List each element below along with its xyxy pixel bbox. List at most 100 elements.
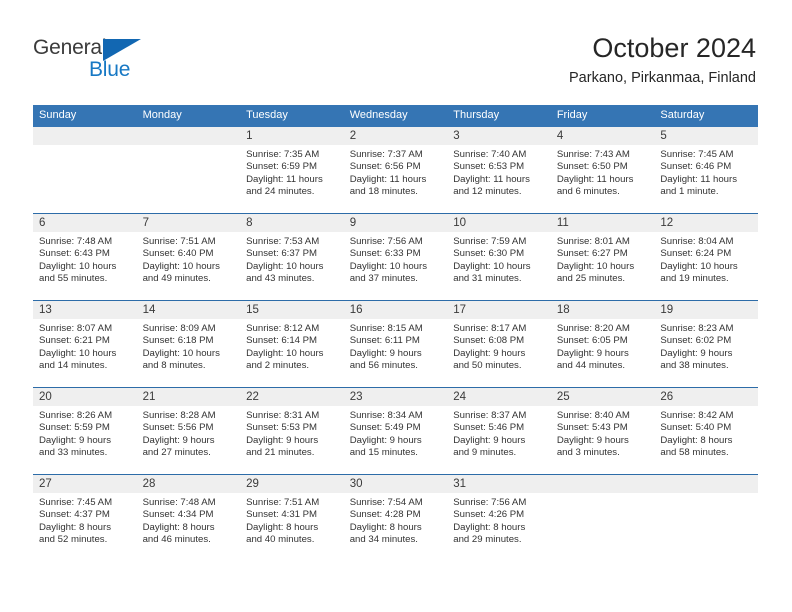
calendar-day-cell[interactable]: 4 Sunrise: 7:43 AM Sunset: 6:50 PM Daylight… <box>550 127 655 214</box>
calendar-day-cell[interactable]: 25 Sunrise: 8:40 AM Sunset: 5:43 PM Dayligh… <box>550 387 655 475</box>
calendar-day-cell[interactable]: 3 Sunrise: 7:40 AM Sunset: 6:53 PM Daylight… <box>447 127 551 214</box>
daylight-text-line2: and 8 minutes. <box>142 360 206 372</box>
calendar-day-cell[interactable]: 14 Sunrise: 8:09 AM Sunset: 6:18 PM Dayligh… <box>136 300 241 388</box>
daylight-text-line1: Daylight: 9 hours <box>453 347 526 359</box>
calendar-grid: Sunday Monday Tuesday Wednesday Thursday… <box>33 105 758 561</box>
calendar-day-cell[interactable]: 16 Sunrise: 8:15 AM Sunset: 6:11 PM Dayligh… <box>343 300 448 388</box>
daylight-text-line2: and 43 minutes. <box>246 273 315 285</box>
sunset-text: Sunset: 4:26 PM <box>453 509 525 521</box>
sunset-text: Sunset: 4:31 PM <box>246 509 318 521</box>
day-details: Sunrise: 7:48 AM Sunset: 4:34 PM Daylight:… <box>137 493 241 547</box>
daylight-text-line2: and 27 minutes. <box>142 447 211 459</box>
sunset-text: Sunset: 6:05 PM <box>556 335 628 347</box>
weekday-header-saturday: Saturday <box>654 105 758 127</box>
sunset-text: Sunset: 5:43 PM <box>556 422 628 434</box>
daylight-text-line1: Daylight: 8 hours <box>453 521 526 533</box>
calendar-day-cell[interactable]: 1 Sunrise: 7:35 AM Sunset: 6:59 PM Daylight… <box>240 127 344 214</box>
day-number: 9 <box>343 214 448 232</box>
calendar-day-cell[interactable]: 18 Sunrise: 8:20 AM Sunset: 6:05 PM Dayligh… <box>550 300 655 388</box>
day-number: 31 <box>447 475 551 493</box>
calendar-day-cell[interactable]: 30 Sunrise: 7:54 AM Sunset: 4:28 PM Dayligh… <box>343 474 448 561</box>
calendar-day-cell[interactable]: 29 Sunrise: 7:51 AM Sunset: 4:31 PM Dayligh… <box>240 474 344 561</box>
calendar-day-cell[interactable]: 10 Sunrise: 7:59 AM Sunset: 6:30 PM Dayligh… <box>447 213 551 301</box>
calendar-day-cell[interactable]: 5 Sunrise: 7:45 AM Sunset: 6:46 PM Daylight… <box>654 127 758 214</box>
sunset-text: Sunset: 5:53 PM <box>246 422 318 434</box>
calendar-day-cell[interactable]: 21 Sunrise: 8:28 AM Sunset: 5:56 PM Dayligh… <box>136 387 241 475</box>
page-title: October 2024 <box>592 33 756 63</box>
day-number: 23 <box>343 388 448 406</box>
sunrise-text: Sunrise: 7:35 AM <box>246 149 320 160</box>
daylight-text-line1: Daylight: 11 hours <box>349 173 427 185</box>
day-number: 10 <box>447 214 551 232</box>
calendar-day-cell[interactable]: 20 Sunrise: 8:26 AM Sunset: 5:59 PM Dayligh… <box>33 387 137 475</box>
calendar-day-cell-empty <box>33 127 137 214</box>
day-number: 7 <box>136 214 241 232</box>
daylight-text-line2: and 19 minutes. <box>660 273 729 285</box>
calendar-day-cell[interactable]: 27 Sunrise: 7:45 AM Sunset: 4:37 PM Dayligh… <box>33 474 137 561</box>
sunset-text: Sunset: 6:24 PM <box>660 248 732 260</box>
daylight-text-line2: and 1 minute. <box>660 186 719 198</box>
daylight-text-line1: Daylight: 11 hours <box>453 173 530 185</box>
day-number: 5 <box>654 127 758 145</box>
day-number: 25 <box>550 388 655 406</box>
daylight-text-line1: Daylight: 10 hours <box>349 260 428 272</box>
daylight-text-line1: Daylight: 10 hours <box>142 347 220 359</box>
calendar-day-cell[interactable]: 13 Sunrise: 8:07 AM Sunset: 6:21 PM Dayligh… <box>33 300 137 388</box>
day-details: Sunrise: 8:37 AM Sunset: 5:46 PM Daylight:… <box>447 406 551 460</box>
calendar-day-cell[interactable]: 28 Sunrise: 7:48 AM Sunset: 4:34 PM Dayligh… <box>136 474 241 561</box>
calendar-day-cell[interactable]: 31 Sunrise: 7:56 AM Sunset: 4:26 PM Dayligh… <box>447 474 551 561</box>
sunrise-text: Sunrise: 8:34 AM <box>349 410 423 421</box>
sunrise-text: Sunrise: 8:07 AM <box>39 323 113 334</box>
day-number: 13 <box>33 301 137 319</box>
daylight-text-line2: and 44 minutes. <box>556 360 626 372</box>
day-details: Sunrise: 7:43 AM Sunset: 6:50 PM Daylight:… <box>551 145 655 199</box>
sunset-text: Sunset: 6:40 PM <box>142 248 214 260</box>
day-number <box>550 475 655 493</box>
day-details: Sunrise: 8:23 AM Sunset: 6:02 PM Daylight:… <box>654 319 758 373</box>
daylight-text-line1: Daylight: 8 hours <box>39 521 111 533</box>
calendar-day-cell[interactable]: 9 Sunrise: 7:56 AM Sunset: 6:33 PM Daylight… <box>343 213 448 301</box>
sunrise-text: Sunrise: 8:17 AM <box>453 323 527 334</box>
sunset-text: Sunset: 6:43 PM <box>39 248 110 260</box>
calendar-day-cell[interactable]: 8 Sunrise: 7:53 AM Sunset: 6:37 PM Daylight… <box>240 213 344 301</box>
calendar-day-cell[interactable]: 22 Sunrise: 8:31 AM Sunset: 5:53 PM Dayligh… <box>240 387 344 475</box>
calendar-day-cell[interactable]: 15 Sunrise: 8:12 AM Sunset: 6:14 PM Dayligh… <box>240 300 344 388</box>
calendar-week-row: 6 Sunrise: 7:48 AM Sunset: 6:43 PM Daylight… <box>33 213 758 301</box>
daylight-text-line1: Daylight: 10 hours <box>142 260 220 272</box>
day-details: Sunrise: 7:48 AM Sunset: 6:43 PM Daylight:… <box>33 232 137 286</box>
day-number <box>654 475 758 493</box>
calendar-day-cell[interactable]: 19 Sunrise: 8:23 AM Sunset: 6:02 PM Dayligh… <box>654 300 758 388</box>
calendar-body: 1 Sunrise: 7:35 AM Sunset: 6:59 PM Daylight… <box>33 127 758 561</box>
daylight-text-line2: and 24 minutes. <box>246 186 315 198</box>
calendar-day-cell[interactable]: 17 Sunrise: 8:17 AM Sunset: 6:08 PM Dayligh… <box>447 300 551 388</box>
sunrise-text: Sunrise: 8:01 AM <box>556 236 630 247</box>
calendar-day-cell[interactable]: 7 Sunrise: 7:51 AM Sunset: 6:40 PM Daylight… <box>136 213 241 301</box>
calendar-day-cell[interactable]: 6 Sunrise: 7:48 AM Sunset: 6:43 PM Daylight… <box>33 213 137 301</box>
day-number: 4 <box>550 127 655 145</box>
day-details: Sunrise: 8:07 AM Sunset: 6:21 PM Daylight:… <box>33 319 137 373</box>
calendar-day-cell[interactable]: 24 Sunrise: 8:37 AM Sunset: 5:46 PM Dayligh… <box>447 387 551 475</box>
daylight-text-line1: Daylight: 10 hours <box>453 260 531 272</box>
general-blue-logo[interactable]: General Blue <box>33 36 153 82</box>
daylight-text-line1: Daylight: 10 hours <box>556 260 635 272</box>
day-number: 15 <box>240 301 344 319</box>
day-details: Sunrise: 8:28 AM Sunset: 5:56 PM Daylight:… <box>137 406 241 460</box>
calendar-day-cell[interactable]: 12 Sunrise: 8:04 AM Sunset: 6:24 PM Dayligh… <box>654 213 758 301</box>
day-details: Sunrise: 7:56 AM Sunset: 4:26 PM Daylight:… <box>447 493 551 547</box>
calendar-day-cell[interactable]: 2 Sunrise: 7:37 AM Sunset: 6:56 PM Daylight… <box>343 127 448 214</box>
calendar-day-cell[interactable]: 26 Sunrise: 8:42 AM Sunset: 5:40 PM Dayligh… <box>654 387 758 475</box>
day-number: 16 <box>343 301 448 319</box>
calendar-day-cell[interactable]: 23 Sunrise: 8:34 AM Sunset: 5:49 PM Dayligh… <box>343 387 448 475</box>
daylight-text-line2: and 50 minutes. <box>453 360 522 372</box>
day-details: Sunrise: 7:37 AM Sunset: 6:56 PM Daylight:… <box>344 145 448 199</box>
calendar-day-cell[interactable]: 11 Sunrise: 8:01 AM Sunset: 6:27 PM Dayligh… <box>550 213 655 301</box>
daylight-text-line2: and 6 minutes. <box>556 186 620 198</box>
day-details: Sunrise: 7:56 AM Sunset: 6:33 PM Daylight:… <box>344 232 448 286</box>
daylight-text-line2: and 46 minutes. <box>142 534 211 546</box>
sunrise-text: Sunrise: 8:26 AM <box>39 410 113 421</box>
daylight-text-line1: Daylight: 9 hours <box>39 434 111 446</box>
daylight-text-line1: Daylight: 9 hours <box>349 434 422 446</box>
calendar-header-row: Sunday Monday Tuesday Wednesday Thursday… <box>33 105 758 127</box>
day-details: Sunrise: 8:01 AM Sunset: 6:27 PM Daylight:… <box>551 232 655 286</box>
sunset-text: Sunset: 6:59 PM <box>246 161 318 173</box>
